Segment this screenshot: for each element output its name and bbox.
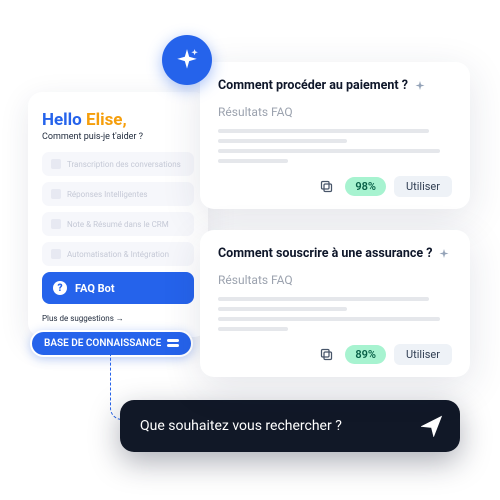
use-button[interactable]: Utiliser bbox=[394, 176, 452, 197]
copy-icon bbox=[319, 347, 334, 362]
result-card: Comment procéder au paiement ? Résultats… bbox=[200, 62, 470, 209]
knowledge-base-label: BASE DE CONNAISSANCE bbox=[44, 338, 161, 349]
result-actions: 98% Utiliser bbox=[218, 175, 452, 197]
checkbox-icon bbox=[51, 249, 61, 259]
results-label: Résultats FAQ bbox=[218, 273, 452, 287]
faq-bot-label: FAQ Bot bbox=[75, 282, 115, 295]
copy-button[interactable] bbox=[315, 175, 337, 197]
send-button[interactable] bbox=[412, 406, 452, 446]
suggestion-item[interactable]: Transcription des conversations bbox=[42, 152, 194, 176]
suggestion-label: Automatisation & Intégration bbox=[67, 250, 169, 259]
send-icon bbox=[421, 415, 443, 437]
checkbox-icon bbox=[51, 189, 61, 199]
confidence-badge: 89% bbox=[345, 345, 386, 364]
result-question: Comment souscrire à une assurance ? bbox=[218, 246, 452, 261]
result-question: Comment procéder au paiement ? bbox=[218, 78, 452, 93]
sparkle-icon bbox=[174, 47, 200, 73]
question-icon: ? bbox=[53, 281, 67, 295]
search-placeholder: Que souhaitez vous rechercher ? bbox=[140, 418, 342, 434]
suggestion-item[interactable]: Note & Résumé dans le CRM bbox=[42, 212, 194, 236]
database-icon bbox=[167, 339, 179, 349]
skeleton-line bbox=[218, 307, 347, 311]
greeting-name: Elise, bbox=[86, 110, 127, 130]
skeleton-line bbox=[218, 139, 347, 143]
skeleton-line bbox=[218, 149, 440, 153]
skeleton-line bbox=[218, 159, 288, 163]
confidence-badge: 98% bbox=[345, 177, 386, 196]
result-actions: 89% Utiliser bbox=[218, 343, 452, 365]
use-button[interactable]: Utiliser bbox=[394, 344, 452, 365]
more-suggestions-link[interactable]: Plus de suggestions → bbox=[42, 314, 194, 323]
greeting: Hello Elise, bbox=[42, 110, 194, 130]
checkbox-icon bbox=[51, 219, 61, 229]
suggestion-label: Transcription des conversations bbox=[67, 160, 181, 169]
search-bar[interactable]: Que souhaitez vous rechercher ? bbox=[120, 400, 460, 452]
copy-icon bbox=[319, 179, 334, 194]
skeleton-line bbox=[218, 317, 440, 321]
sparkle-icon bbox=[438, 248, 450, 260]
copy-button[interactable] bbox=[315, 343, 337, 365]
result-question-text: Comment souscrire à une assurance ? bbox=[218, 246, 432, 261]
sparkle-icon bbox=[414, 80, 426, 92]
result-card: Comment souscrire à une assurance ? Résu… bbox=[200, 230, 470, 377]
sparkle-badge bbox=[162, 35, 212, 85]
skeleton-line bbox=[218, 327, 288, 331]
suggestions-panel: Hello Elise, Comment puis-je t'aider ? T… bbox=[28, 92, 208, 337]
suggestion-label: Note & Résumé dans le CRM bbox=[67, 220, 169, 229]
greeting-hello: Hello bbox=[42, 110, 86, 130]
results-label: Résultats FAQ bbox=[218, 105, 452, 119]
suggestion-item[interactable]: Réponses Intelligentes bbox=[42, 182, 194, 206]
knowledge-base-pill[interactable]: BASE DE CONNAISSANCE bbox=[30, 330, 193, 357]
checkbox-icon bbox=[51, 159, 61, 169]
suggestion-item[interactable]: Automatisation & Intégration bbox=[42, 242, 194, 266]
suggestion-label: Réponses Intelligentes bbox=[67, 190, 148, 199]
faq-bot-button[interactable]: ? FAQ Bot bbox=[42, 272, 194, 304]
skeleton-line bbox=[218, 129, 429, 133]
skeleton-line bbox=[218, 297, 429, 301]
result-question-text: Comment procéder au paiement ? bbox=[218, 78, 408, 93]
greeting-subtitle: Comment puis-je t'aider ? bbox=[42, 132, 194, 142]
